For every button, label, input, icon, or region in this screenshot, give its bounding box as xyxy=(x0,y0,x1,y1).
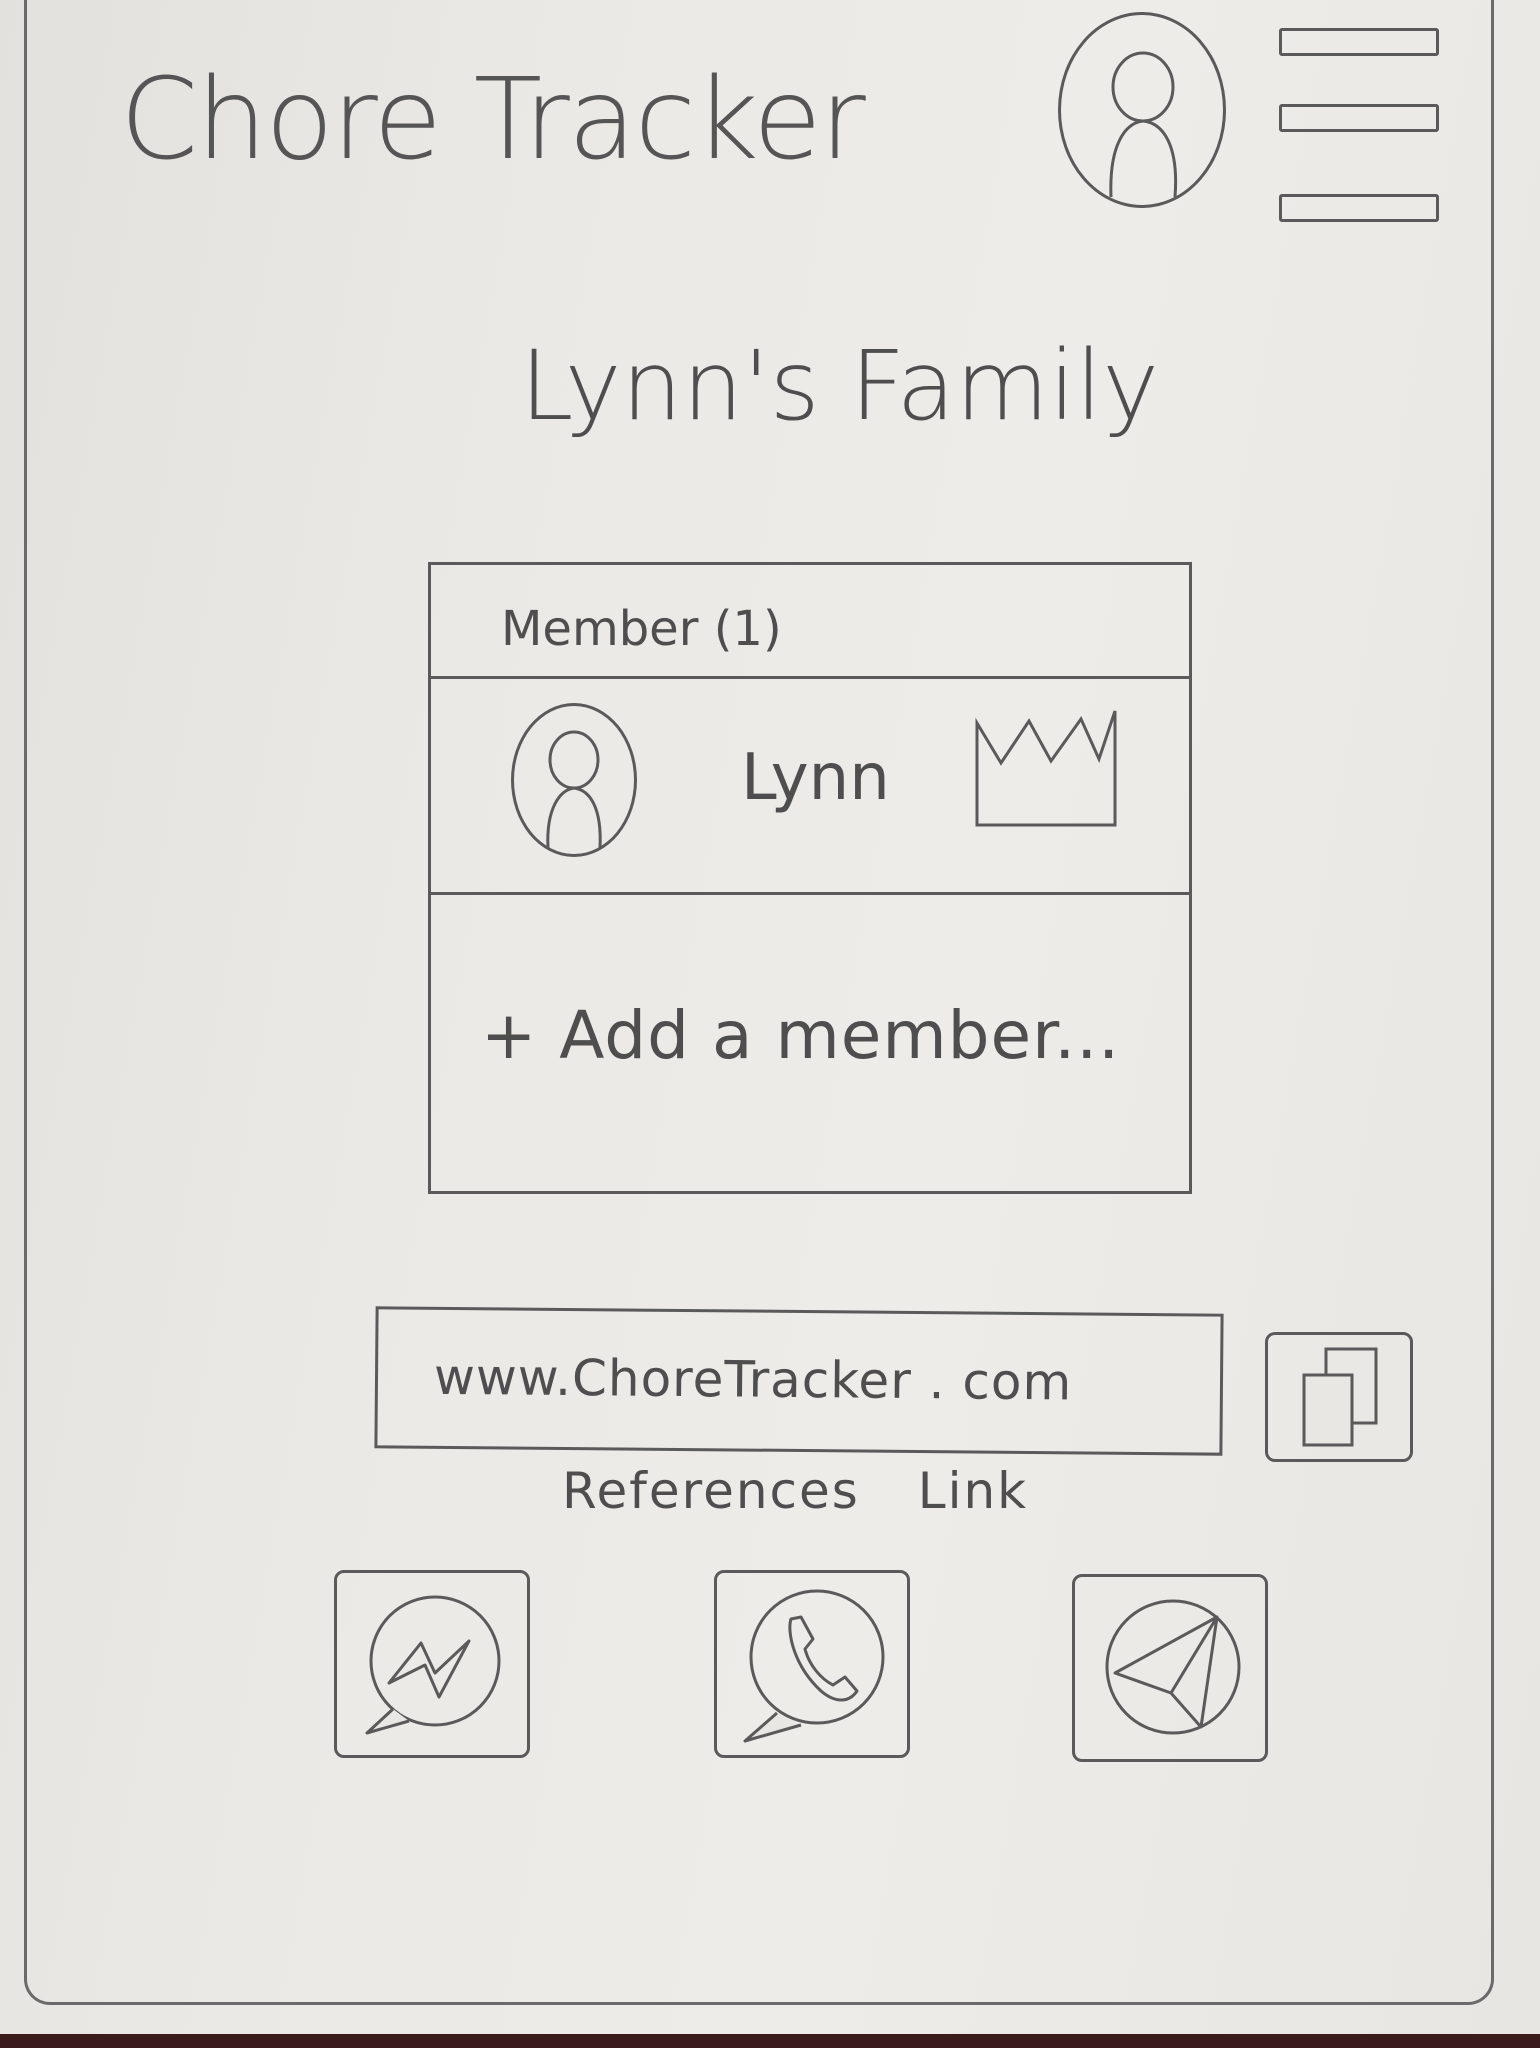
hamburger-menu-button[interactable] xyxy=(1275,26,1445,236)
app-title: Chore Tracker xyxy=(120,55,866,185)
add-member-button[interactable]: + Add a member... xyxy=(431,895,1189,1191)
menu-bar xyxy=(1279,104,1439,132)
page-edge xyxy=(0,2034,1540,2048)
menu-bar xyxy=(1279,28,1439,56)
members-count-label: Member (1) xyxy=(501,601,782,657)
family-title: Lynn's Family xyxy=(520,330,1159,442)
whatsapp-icon xyxy=(743,1589,885,1743)
reference-link-value: www.ChoreTracker . com xyxy=(433,1347,1073,1412)
member-row[interactable]: Lynn xyxy=(431,679,1189,895)
member-name: Lynn xyxy=(741,741,890,815)
telegram-icon xyxy=(1105,1599,1241,1735)
user-avatar-icon xyxy=(1109,51,1178,198)
user-avatar-icon xyxy=(546,730,602,849)
members-card: Member (1) Lynn + Add a member... xyxy=(428,562,1192,1194)
share-telegram-button[interactable] xyxy=(1072,1574,1268,1762)
crown-icon xyxy=(975,710,1117,827)
messenger-icon xyxy=(365,1595,501,1735)
share-whatsapp-button[interactable] xyxy=(714,1570,910,1758)
member-avatar xyxy=(511,703,637,857)
menu-bar xyxy=(1279,194,1439,222)
copy-icon xyxy=(1302,1347,1378,1447)
share-messenger-button[interactable] xyxy=(334,1570,530,1758)
reference-link-label: References Link xyxy=(562,1462,1029,1520)
reference-link-field[interactable]: www.ChoreTracker . com xyxy=(374,1306,1224,1456)
copy-link-button[interactable] xyxy=(1265,1332,1413,1462)
profile-avatar-button[interactable] xyxy=(1058,12,1226,208)
add-member-label: + Add a member... xyxy=(481,997,1121,1074)
members-header: Member (1) xyxy=(431,565,1189,679)
